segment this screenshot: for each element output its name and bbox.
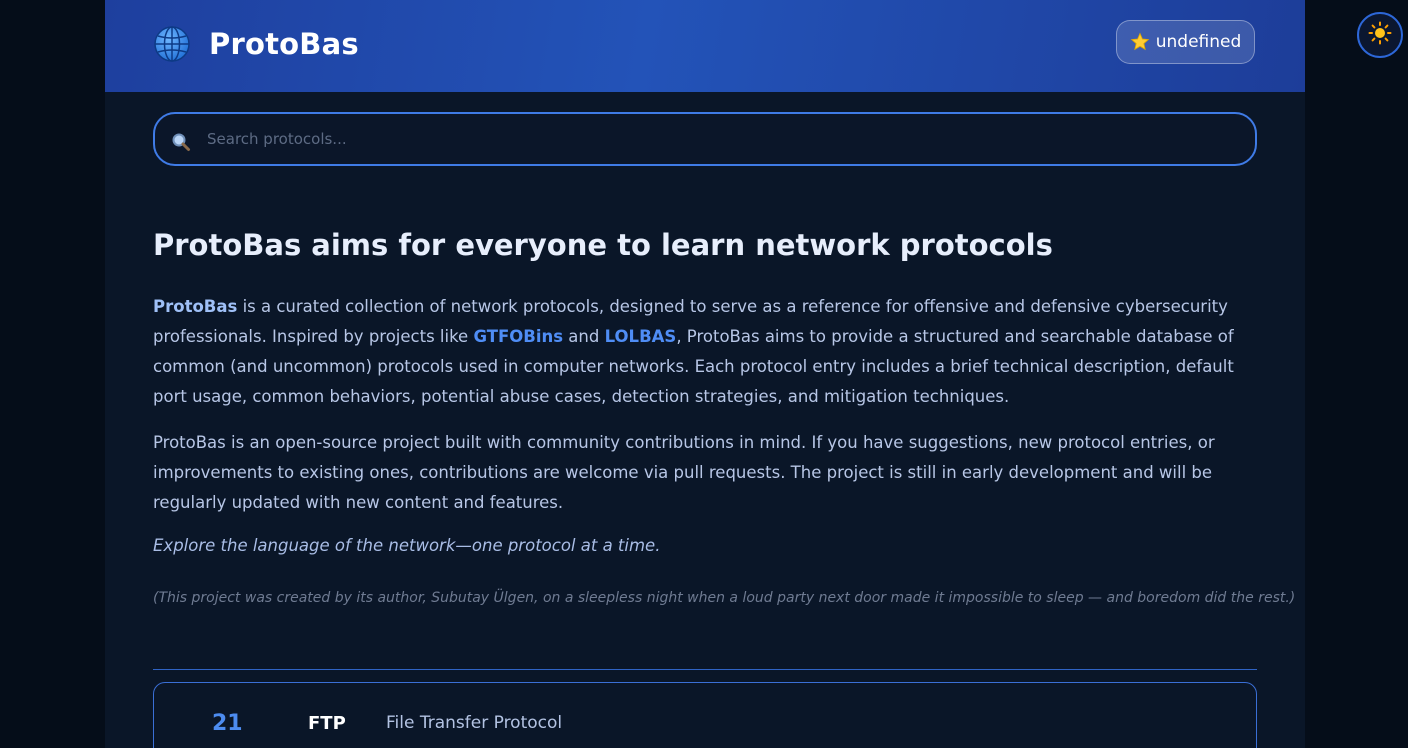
main-container: ProtoBas undefined ProtoBas aims fo [105,0,1305,748]
star-icon [1130,32,1150,52]
intro-text-2: and [563,327,605,346]
intro-paragraph-1: ProtoBas is a curated collection of netw… [153,292,1257,412]
star-count: undefined [1155,32,1242,52]
globe-icon [153,25,191,63]
section-divider [153,669,1257,670]
protocol-card[interactable]: 21 FTP File Transfer Protocol [153,682,1257,748]
protocol-port: 21 [212,711,243,736]
intro-paragraph-2: ProtoBas is an open-source project built… [153,433,1215,512]
protocol-name: File Transfer Protocol [386,713,563,733]
header: ProtoBas undefined [105,0,1305,92]
brand-highlight: ProtoBas [153,297,238,316]
github-star-button[interactable]: undefined [1116,20,1255,64]
page: ProtoBas undefined ProtoBas aims fo [0,0,1408,748]
brand[interactable]: ProtoBas [153,24,359,64]
author-note: (This project was created by its author,… [153,590,1296,606]
lolbas-link[interactable]: LOLBAS [605,327,677,346]
sun-icon [1368,21,1392,49]
protocol-abbreviation: FTP [308,713,346,734]
page-headline: ProtoBas aims for everyone to learn netw… [153,228,1053,262]
theme-toggle-button[interactable] [1357,12,1403,58]
tagline: Explore the language of the network—one … [153,536,661,555]
site-title: ProtoBas [209,27,359,61]
search-icon [171,132,191,156]
search-input[interactable] [207,114,1237,164]
search-box[interactable] [153,112,1257,166]
gtfobins-link[interactable]: GTFOBins [473,327,563,346]
